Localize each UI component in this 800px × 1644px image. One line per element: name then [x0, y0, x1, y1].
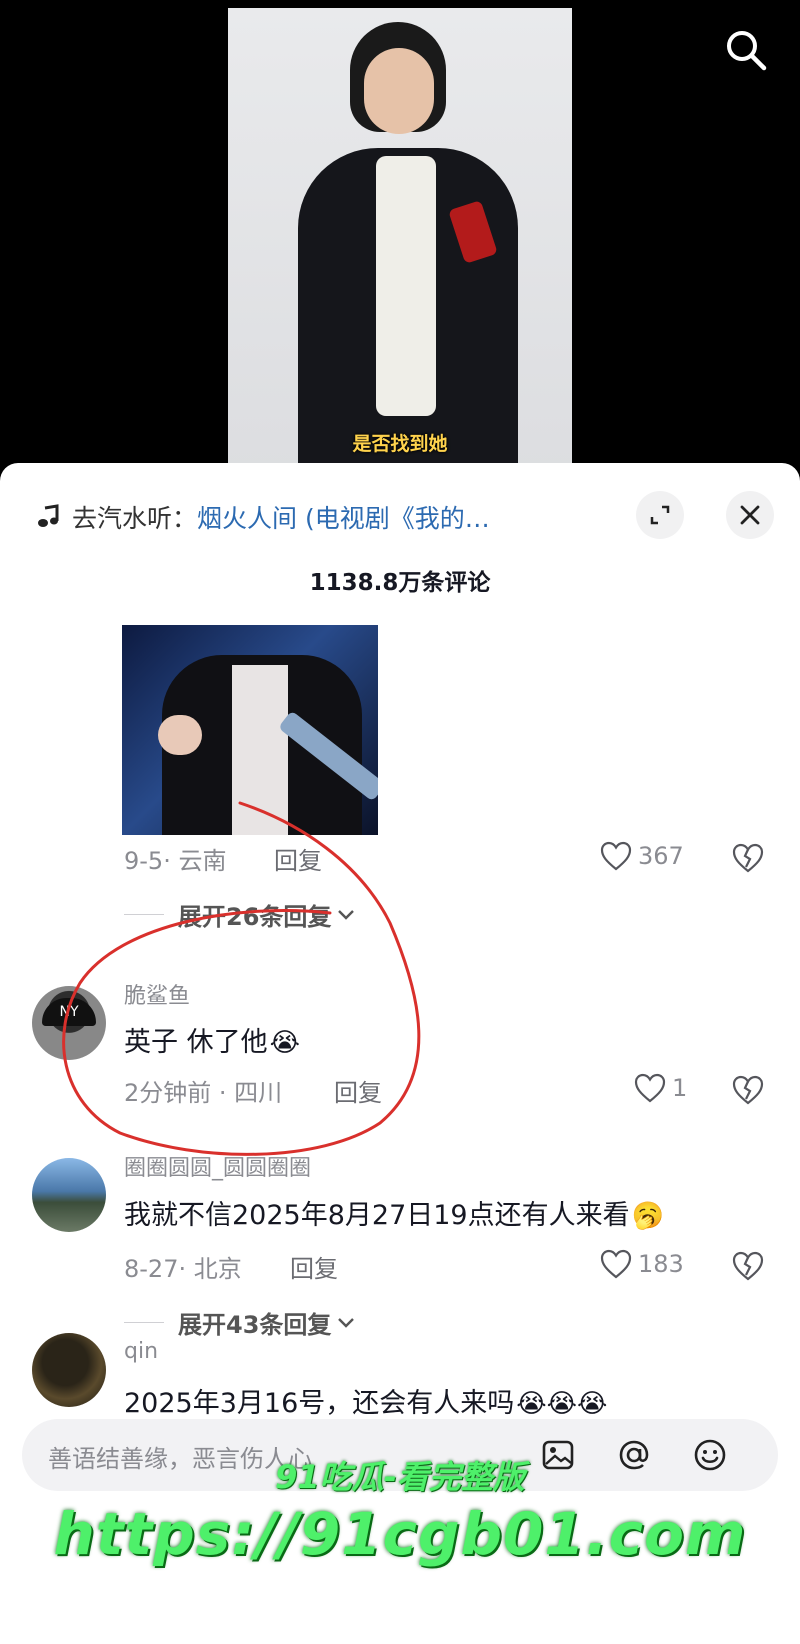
comment-meta: 9-5· 云南 [124, 847, 227, 875]
comment-meta: 2分钟前 · 四川 [124, 1079, 283, 1107]
video-person-face [364, 48, 434, 134]
like-count: 1 [672, 1074, 688, 1102]
expand-icon [650, 505, 670, 525]
comment-meta: 8-27· 北京 [124, 1255, 242, 1283]
music-song-title[interactable]: 烟火人间 (电视剧《我的… [197, 499, 490, 535]
comment-text: 英子 休了他😭 [124, 1020, 300, 1059]
comment-text-body: 2025年3月16号，还会有人来吗 [124, 1388, 515, 1419]
chevron-down-icon [338, 909, 355, 920]
comment-image-hand [158, 715, 202, 755]
comment-text: 2025年3月16号，还会有人来吗😭😭😭 [124, 1381, 607, 1420]
comment-image[interactable] [122, 625, 378, 835]
video-player[interactable]: 是否找到她 [0, 0, 800, 480]
like-button[interactable]: 367 [600, 841, 684, 871]
avatar[interactable] [32, 1158, 106, 1232]
watermark-title: 91吃瓜-看完整版 [275, 1458, 525, 1496]
expand-replies-button[interactable]: 展开26条回复 [124, 897, 355, 932]
comment-username[interactable]: 脆鲨鱼 [124, 978, 190, 1010]
comment-text-body: 我就不信2025年8月27日19点还有人来看 [124, 1200, 630, 1231]
comment-text-body: 英子 休了他 [124, 1027, 268, 1058]
comment-text: 我就不信2025年8月27日19点还有人来看🥱 [124, 1193, 664, 1232]
broken-heart-icon[interactable] [732, 843, 764, 873]
music-prefix: 去汽水听： [72, 504, 198, 533]
heart-icon [600, 1249, 632, 1279]
avatar[interactable]: NY [32, 986, 106, 1060]
expand-replies-button[interactable]: 展开43条回复 [124, 1305, 355, 1340]
broken-heart-icon[interactable] [732, 1075, 764, 1105]
crying-emoji: 😭😭😭 [516, 1389, 608, 1419]
comment-image-shirt [232, 665, 288, 835]
like-button[interactable]: 1 [634, 1073, 687, 1103]
search-button[interactable] [722, 26, 770, 74]
expand-replies-label: 展开26条回复 [178, 903, 332, 931]
comment-count: 1138.8万条评论 [309, 570, 491, 596]
comment-username[interactable]: qin [124, 1339, 158, 1364]
expand-button[interactable] [636, 491, 684, 539]
heart-icon [634, 1073, 666, 1103]
yawning-emoji: 🥱 [631, 1201, 664, 1231]
avatar[interactable] [32, 1333, 106, 1407]
expand-line [124, 914, 164, 915]
crying-emoji: 😭 [269, 1028, 300, 1058]
avatar-cap: NY [42, 998, 96, 1026]
expand-replies-label: 展开43条回复 [178, 1311, 332, 1339]
comment-username[interactable]: 圈圈圆圆_圆圆圈圈 [124, 1150, 311, 1182]
music-note-icon [38, 504, 59, 527]
reply-button[interactable]: 回复 [290, 1249, 338, 1284]
heart-icon [600, 841, 632, 871]
like-count: 367 [638, 842, 684, 870]
close-icon [740, 505, 760, 525]
reply-button[interactable]: 回复 [334, 1073, 382, 1108]
like-button[interactable]: 183 [600, 1249, 684, 1279]
watermark-url: https://91cgb01.com [53, 1500, 747, 1568]
expand-line [124, 1322, 164, 1323]
video-frame[interactable]: 是否找到她 [228, 8, 572, 480]
close-button[interactable] [726, 491, 774, 539]
search-icon [727, 31, 767, 71]
reply-button[interactable]: 回复 [274, 841, 322, 876]
like-count: 183 [638, 1250, 684, 1278]
chevron-down-icon [338, 1317, 355, 1328]
video-subtitle: 是否找到她 [352, 433, 448, 455]
broken-heart-icon[interactable] [732, 1251, 764, 1281]
music-link[interactable]: 去汽水听： 烟火人间 (电视剧《我的… [36, 499, 610, 535]
video-person-shirt [376, 156, 436, 416]
